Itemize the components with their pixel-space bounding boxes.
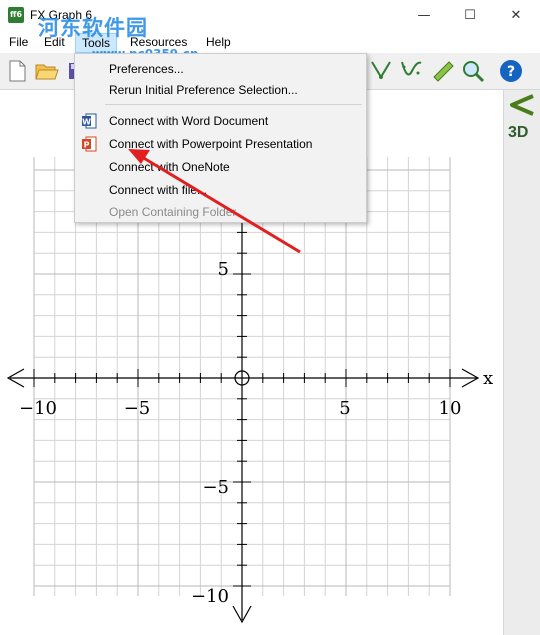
menu-file[interactable]: File <box>9 35 28 49</box>
x-tick-label: −10 <box>19 398 57 419</box>
word-icon: W <box>81 113 97 129</box>
collapse-arrow-icon[interactable] <box>509 94 535 116</box>
tools-dropdown-menu: Preferences... Rerun Initial Preference … <box>74 53 367 223</box>
menu-separator <box>105 104 362 105</box>
close-icon: ✕ <box>510 8 522 23</box>
menu-item-open-containing-folder: Open Containing Folder <box>109 205 237 219</box>
maximize-icon: ☐ <box>464 8 476 23</box>
menu-item-connect-word[interactable]: Connect with Word Document <box>109 114 268 128</box>
y-tick-label: −10 <box>191 586 229 607</box>
x-tick-label: 5 <box>339 398 350 419</box>
x-tick-label: −5 <box>124 398 151 419</box>
side-panel: 3D <box>503 90 540 635</box>
x-tick-label: 10 <box>439 398 462 419</box>
watermark-logo: 河东软件园 <box>38 16 148 40</box>
app-icon: ff6 <box>8 7 24 23</box>
minimize-button[interactable]: — <box>401 0 447 31</box>
help-button[interactable]: ? <box>498 58 524 84</box>
menu-item-connect-file[interactable]: Connect with file... <box>109 183 207 197</box>
3d-mode-label[interactable]: 3D <box>508 124 528 142</box>
x-axis-label: x <box>483 368 493 389</box>
word-icon-letter: W <box>82 118 91 127</box>
powerpoint-icon-letter: P <box>84 141 90 150</box>
y-tick-label: 5 <box>218 259 229 280</box>
maximize-button[interactable]: ☐ <box>447 0 493 31</box>
menu-item-connect-powerpoint[interactable]: Connect with Powerpoint Presentation <box>109 137 312 151</box>
line-tool-button[interactable] <box>368 58 394 84</box>
menu-item-connect-onenote[interactable]: Connect with OneNote <box>109 160 230 174</box>
curve-tool-button[interactable] <box>398 58 424 84</box>
minimize-icon: — <box>417 8 431 23</box>
magnify-icon <box>463 61 485 83</box>
axes <box>6 180 480 624</box>
new-file-button[interactable] <box>4 58 30 84</box>
magnify-button[interactable] <box>460 58 486 84</box>
ruler-icon <box>433 61 454 82</box>
y-tick-label: −5 <box>202 477 229 498</box>
help-glyph: ? <box>507 64 515 80</box>
line-tool-icon <box>371 61 391 79</box>
open-folder-button[interactable] <box>34 58 60 84</box>
powerpoint-icon: P <box>81 136 97 152</box>
new-file-icon <box>9 60 26 82</box>
help-icon: ? <box>500 60 522 82</box>
open-folder-icon <box>35 64 59 80</box>
close-button[interactable]: ✕ <box>493 0 539 31</box>
curve-tool-icon <box>401 61 422 76</box>
menu-item-preferences[interactable]: Preferences... <box>109 62 184 76</box>
ruler-button[interactable] <box>430 58 456 84</box>
menu-item-rerun-preference-selection[interactable]: Rerun Initial Preference Selection... <box>109 83 298 97</box>
menu-help[interactable]: Help <box>206 35 231 49</box>
